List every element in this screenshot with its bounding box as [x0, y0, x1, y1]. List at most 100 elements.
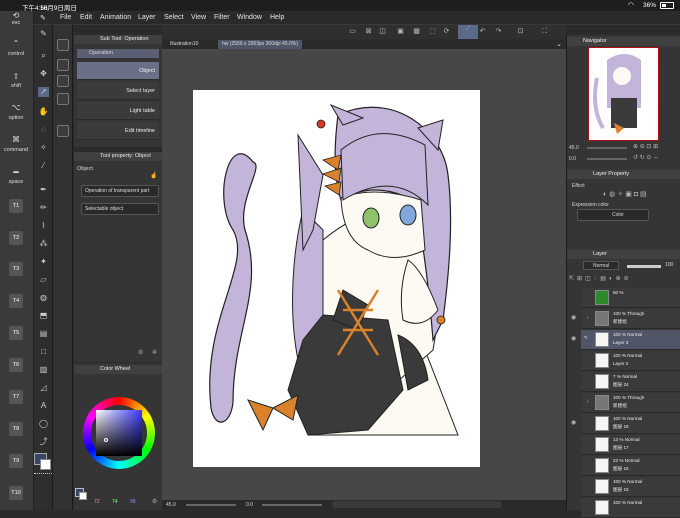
fit-icon[interactable]: ▭ — [348, 28, 357, 36]
layer-row-9[interactable]: 100 % Normal 图层 15 — [581, 477, 680, 497]
canvas-angle-slider[interactable] — [262, 504, 322, 506]
pen-icon[interactable]: ✎ — [38, 29, 49, 39]
fill-icon[interactable]: ⬒ — [38, 311, 49, 321]
undo-icon[interactable]: ↶ — [478, 28, 487, 36]
selectable-object-dropdown[interactable]: Selectable object — [81, 203, 159, 215]
tabs-chevron-icon[interactable]: ⌄ — [556, 40, 562, 48]
layer-toolbar-icons[interactable]: ⇱⊞◫◌▤◐⊕⊘ — [569, 275, 679, 285]
color-settings-icon[interactable]: ⚙ — [152, 498, 157, 505]
rotate-icon[interactable]: ⟳ — [442, 28, 451, 36]
effect-icons[interactable]: ◐◍✧▣◘▤ — [603, 190, 649, 198]
fill-bucket-icon[interactable]: ⛶ — [540, 28, 549, 36]
opacity-slider[interactable] — [627, 265, 661, 268]
nav-zoom-slider[interactable] — [587, 147, 627, 149]
t6-key[interactable]: T6 — [9, 358, 23, 372]
navigator-thumbnail[interactable] — [588, 47, 659, 141]
t2-key[interactable]: T2 — [9, 231, 23, 245]
transparent-part-dropdown[interactable]: Operation of transparent part — [81, 185, 159, 197]
cw-sub-color[interactable] — [79, 492, 87, 500]
layer-row-10[interactable]: 100 % Normal — [581, 498, 680, 518]
ruler-icon[interactable]: ◿ — [38, 383, 49, 393]
menu-edit[interactable]: Edit — [80, 14, 92, 21]
menu-window[interactable]: Window — [237, 14, 262, 21]
t1-key[interactable]: T1 — [9, 199, 23, 213]
transform-icon[interactable]: ⬚ — [428, 28, 437, 36]
layer-row-4[interactable]: 7 % Normal 图层 24 — [581, 372, 680, 392]
menu-help[interactable]: Help — [270, 14, 284, 21]
blend-mode-dropdown[interactable]: Normal — [583, 261, 619, 270]
shift-key[interactable]: shift — [0, 83, 32, 89]
sub-icon-3[interactable] — [57, 75, 69, 87]
transparent-color-icon[interactable] — [34, 473, 52, 477]
t3-key[interactable]: T3 — [9, 262, 23, 276]
brush-icon[interactable]: ⌇ — [38, 221, 49, 231]
pencil-icon[interactable]: ✏ — [38, 203, 49, 213]
layer-row-6[interactable]: ◉ 100 % Normal 图层 18 — [571, 414, 680, 434]
nav-zoom-in-icon[interactable]: ⊕ ⊖ ⊡ ⊞ — [633, 143, 658, 150]
nav-zoom-value[interactable]: 45.0 — [569, 145, 579, 151]
frame-icon[interactable]: ▨ — [38, 365, 49, 375]
tab-illustration10[interactable]: Illustration10 — [166, 40, 203, 49]
menu-view[interactable]: View — [191, 14, 206, 21]
sub-icon-4[interactable] — [57, 93, 69, 105]
eraser-icon[interactable]: ▱ — [38, 275, 49, 285]
blend-icon[interactable]: ◍ — [38, 293, 49, 303]
canvas-zoom-value[interactable]: 45.0 — [166, 502, 176, 508]
esc-icon[interactable]: ⟲ — [0, 11, 32, 20]
gradient-icon[interactable]: ▤ — [38, 329, 49, 339]
operation-tool-icon[interactable]: ➚ — [38, 87, 49, 97]
menu-filter[interactable]: Filter — [214, 14, 230, 21]
expression-color-dropdown[interactable]: Color — [577, 209, 649, 221]
app-logo-icon[interactable]: ✎ — [40, 14, 46, 22]
layer-row-3[interactable]: 100 % Normal Layer 2 — [581, 351, 680, 371]
layer-row-8[interactable]: 22 % Normal 图层 16 — [581, 456, 680, 476]
opacity-value[interactable]: 100 — [665, 262, 673, 268]
zoom-icon[interactable]: ⌕ — [38, 51, 49, 61]
save-icon[interactable]: ⊡ — [516, 28, 525, 36]
correct-line-icon[interactable]: ⤴ — [38, 437, 49, 447]
tab-hw[interactable]: hw (2550 x 3363px 300dpi 45.0%) — [218, 40, 302, 49]
decoration-icon[interactable]: ✦ — [38, 257, 49, 267]
layer-row-0[interactable]: 50 % — [581, 288, 680, 308]
layer-row-7[interactable]: 13 % Normal 图层 17 — [581, 435, 680, 455]
subtool-object[interactable]: Object — [77, 62, 159, 80]
t7-key[interactable]: T7 — [9, 390, 23, 404]
redo-icon[interactable]: ↷ — [494, 28, 503, 36]
space-key[interactable]: space — [0, 179, 32, 185]
sub-icon-1[interactable] — [57, 39, 69, 51]
subtool-edit-timeline[interactable]: Edit timeline — [77, 122, 159, 140]
canvas-angle-value[interactable]: 0.0 — [246, 502, 253, 508]
canvas-scroll[interactable] — [332, 501, 502, 508]
hide-icon[interactable]: ▣ — [396, 28, 405, 36]
esc-key[interactable]: esc — [0, 20, 32, 26]
clear-icon[interactable]: ⊠ — [364, 28, 373, 36]
menu-animation[interactable]: Animation — [100, 14, 131, 21]
sub-icon-5[interactable] — [57, 125, 69, 137]
eyedropper-icon[interactable]: ⁄ — [38, 161, 49, 171]
move-icon[interactable]: ✥ — [38, 69, 49, 79]
option-key[interactable]: option — [0, 115, 32, 121]
pen-tool-icon[interactable]: ✒ — [38, 185, 49, 195]
eye-icon[interactable]: ◉ — [571, 335, 576, 342]
sub-color-swatch[interactable] — [40, 459, 51, 470]
layer-row-5[interactable]: › 100 % Through 新建组 — [581, 393, 680, 413]
t10-key[interactable]: T10 — [9, 486, 23, 500]
folder-expand-icon[interactable]: › — [587, 315, 589, 320]
menu-file[interactable]: File — [60, 14, 71, 21]
figure-icon[interactable]: □ — [38, 347, 49, 357]
t8-key[interactable]: T8 — [9, 422, 23, 436]
t9-key[interactable]: T9 — [9, 454, 23, 468]
sub-icon-2[interactable] — [57, 59, 69, 71]
edit-pen-icon[interactable]: ✎ — [584, 335, 588, 341]
t4-key[interactable]: T4 — [9, 294, 23, 308]
eye-icon[interactable]: ◉ — [571, 419, 576, 426]
command-key[interactable]: command — [0, 147, 32, 153]
control-key[interactable]: control — [0, 51, 32, 57]
eye-icon[interactable]: ◉ — [571, 314, 576, 321]
canvas-zoom-slider[interactable] — [186, 504, 236, 506]
subtool-select-layer[interactable]: Select layer — [77, 82, 159, 100]
airbrush-icon[interactable]: ⁂ — [38, 239, 49, 249]
menu-select[interactable]: Select — [164, 14, 183, 21]
nav-angle-value[interactable]: 0.0 — [569, 156, 576, 162]
settings-icon[interactable]: ⚙ — [138, 349, 143, 356]
